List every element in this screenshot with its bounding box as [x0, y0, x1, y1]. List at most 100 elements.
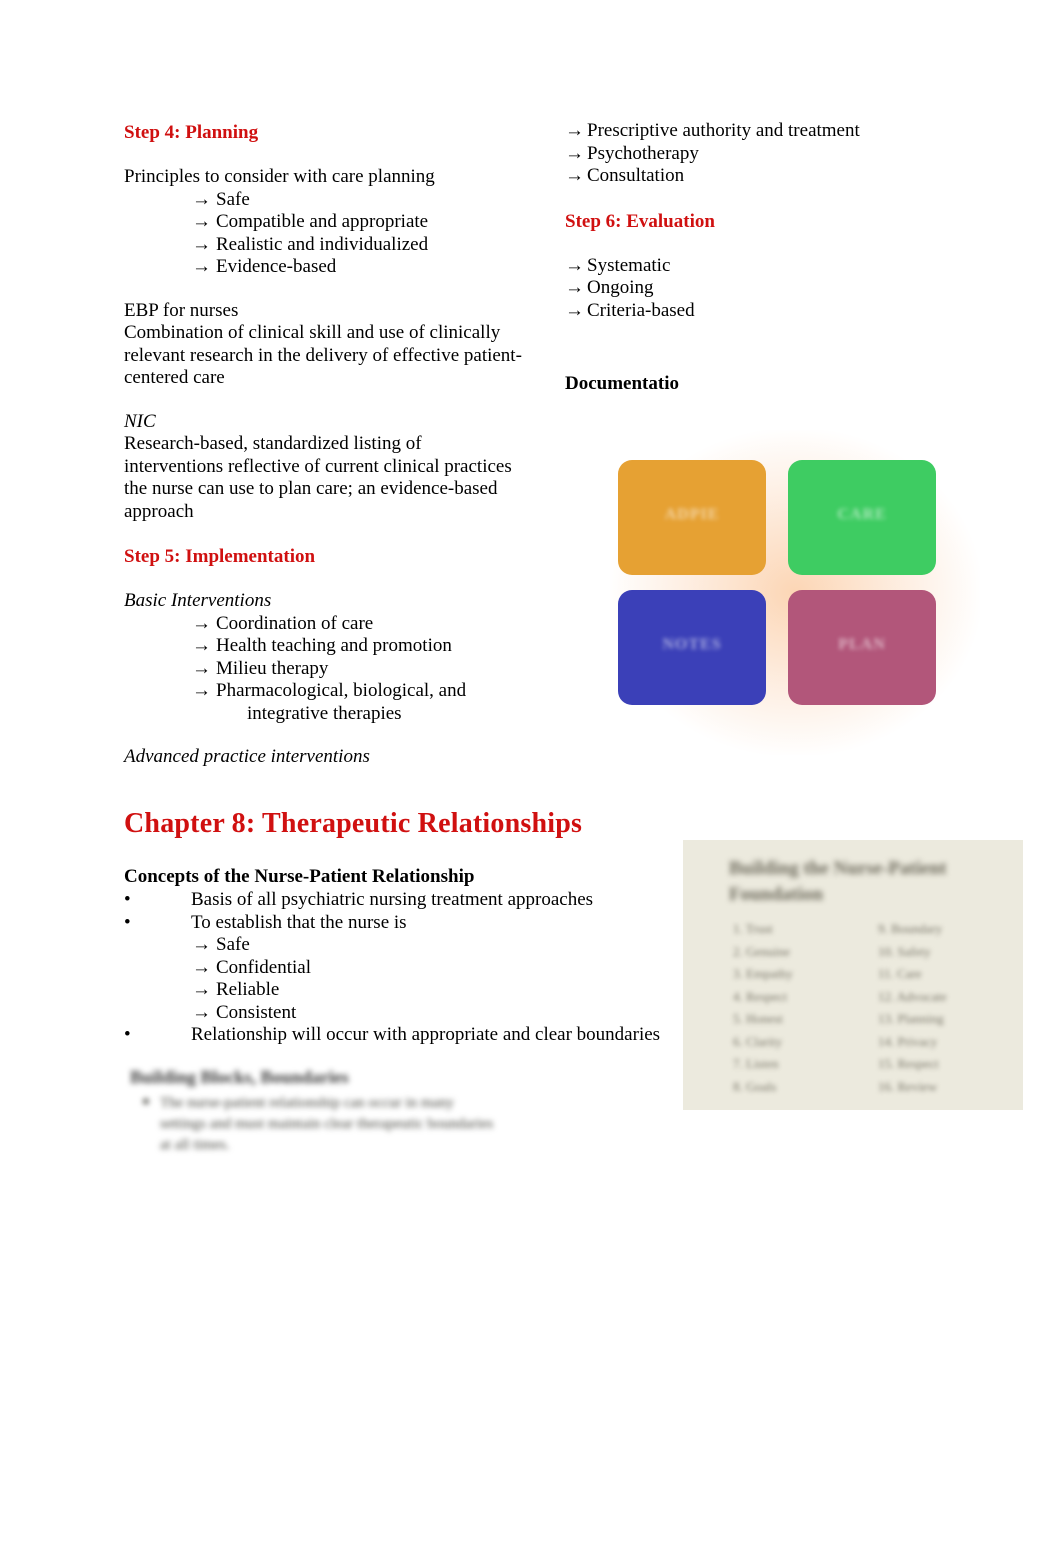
- planning-principles-list: → Safe → Compatible and appropriate → Reali…: [124, 189, 524, 279]
- list-item: 11. Care: [878, 966, 922, 981]
- four-quadrant-diagram: ADPIE CARE NOTES PLAN: [600, 420, 990, 765]
- image-column-two: 9. Boundary 10. Safety 11. Care 12. Advo…: [878, 918, 947, 1098]
- list-item: 12. Advocate: [878, 988, 947, 1004]
- list-item: → Safe: [192, 934, 250, 955]
- list-item: 10. Safety: [878, 943, 931, 959]
- bullet-icon: •: [124, 889, 131, 910]
- advanced-practice-list: → Prescriptive authority and treatment → P…: [565, 120, 985, 188]
- section-heading: Concepts of the Nurse-Patient Relationsh…: [124, 866, 475, 887]
- arrow-icon: →: [565, 120, 584, 141]
- arrow-icon: →: [192, 256, 211, 277]
- arrow-icon: →: [192, 657, 211, 679]
- quadrant-blue: NOTES: [618, 590, 766, 705]
- chapter-title: Chapter 8: Therapeutic Relationships: [124, 808, 583, 839]
- planning-intro: Principles to consider with care plannin…: [124, 166, 435, 187]
- list-item: → Confidential: [192, 956, 311, 978]
- step-4-heading: Step 4: Planning: [124, 122, 259, 143]
- basic-interventions-title: Basic Interventions: [124, 590, 272, 611]
- list-item: → Ongoing: [565, 277, 654, 298]
- quadrant-label: PLAN: [838, 636, 886, 653]
- quadrant-mauve: PLAN: [788, 590, 936, 705]
- bullet-icon: •: [124, 1024, 131, 1045]
- arrow-icon: →: [565, 142, 584, 164]
- arrow-icon: →: [192, 233, 211, 255]
- arrow-icon: →: [192, 956, 211, 978]
- blurred-note-image: Building Blocks, Boundaries ● The nurse-…: [124, 1065, 524, 1190]
- arrow-icon: →: [565, 277, 584, 298]
- nic-body: Research-based, standardized listing of …: [124, 433, 512, 522]
- list-item: 6. Clarity: [733, 1033, 783, 1049]
- list-item: 16. Review: [878, 1078, 938, 1094]
- arrow-icon: →: [565, 165, 584, 186]
- basic-interventions-continued: integrative therapies: [247, 702, 402, 724]
- list-item: 8. Goals: [733, 1078, 777, 1094]
- right-column: → Prescriptive authority and treatment → P…: [565, 120, 985, 395]
- arrow-icon: →: [192, 979, 211, 1000]
- bullet-item: • Relationship will occur with appropria…: [124, 1024, 661, 1045]
- list-item: 4. Respect: [733, 988, 788, 1004]
- list-item: 1. Trust: [733, 921, 773, 936]
- list-item: 9. Boundary: [878, 921, 943, 936]
- list-item: 3. Empathy: [733, 966, 793, 981]
- document-page: Step 4: Planning Principles to consider …: [0, 0, 1062, 1556]
- step-5-heading: Step 5: Implementation: [124, 546, 316, 567]
- image-title: Building the Nurse-Patient Foundation: [729, 858, 947, 905]
- image-title: Building Blocks, Boundaries: [130, 1067, 349, 1087]
- list-item: 14. Privacy: [878, 1033, 938, 1049]
- arrow-icon: →: [192, 188, 211, 210]
- list-item: 13. Planning: [878, 1011, 944, 1026]
- arrow-icon: →: [192, 1001, 211, 1023]
- documentation-heading: Documentatio: [565, 373, 679, 394]
- list-item: 5. Honest: [733, 1011, 783, 1026]
- quadrant-label: CARE: [837, 506, 887, 523]
- quadrant-green: CARE: [788, 460, 936, 575]
- list-item: → Systematic: [565, 254, 671, 276]
- list-item: → Realistic and individualized: [192, 233, 429, 255]
- arrow-icon: →: [192, 934, 211, 955]
- list-item: → Consultation: [565, 165, 685, 186]
- list-item: → Safe: [192, 188, 250, 210]
- quadrant-label: ADPIE: [664, 506, 720, 523]
- ebp-body: Combination of clinical skill and use of…: [124, 322, 522, 388]
- list-item: 15. Respect: [878, 1056, 939, 1071]
- list-item: → Psychotherapy: [565, 142, 699, 164]
- list-item: → Health teaching and promotion: [192, 635, 452, 656]
- list-item: → Prescriptive authority and treatment: [565, 120, 860, 141]
- advanced-practice-interventions: Advanced practice interventions: [124, 746, 370, 767]
- arrow-icon: →: [192, 680, 211, 701]
- arrow-icon: →: [192, 635, 211, 656]
- evaluation-list: → Systematic → Ongoing → Criteria-based: [565, 255, 985, 323]
- nic-title: NIC: [124, 410, 156, 432]
- quadrant-orange: ADPIE: [618, 460, 766, 575]
- nurse-patient-foundation-image: Building the Nurse-Patient Foundation 1.…: [683, 840, 1023, 1110]
- list-item: → Pharmacological, biological, and: [192, 680, 467, 701]
- quadrant-label: NOTES: [662, 636, 722, 653]
- bullet-icon: ●: [142, 1093, 150, 1108]
- concepts-section: Concepts of the Nurse-Patient Relationsh…: [124, 865, 684, 1047]
- list-item: → Reliable: [192, 979, 280, 1000]
- list-item: → Milieu therapy: [192, 657, 329, 679]
- list-item: → Consistent: [192, 1001, 297, 1023]
- arrow-icon: →: [565, 299, 584, 321]
- list-item: → Compatible and appropriate: [192, 211, 429, 232]
- bullet-icon: •: [124, 911, 131, 933]
- basic-interventions-list: → Coordination of care → Health teaching a…: [124, 613, 524, 703]
- left-column: Step 4: Planning Principles to consider …: [124, 120, 524, 769]
- list-item: 7. Listen: [733, 1056, 779, 1071]
- arrow-icon: →: [192, 612, 211, 634]
- ebp-title: EBP for nurses: [124, 299, 239, 321]
- arrow-icon: →: [565, 254, 584, 276]
- image-body: The nurse-patient relationship can occur…: [160, 1095, 494, 1153]
- list-item: 2. Genuine: [733, 943, 791, 959]
- bullet-item: • Basis of all psychiatric nursing treat…: [124, 889, 594, 910]
- step-6-heading: Step 6: Evaluation: [565, 210, 715, 232]
